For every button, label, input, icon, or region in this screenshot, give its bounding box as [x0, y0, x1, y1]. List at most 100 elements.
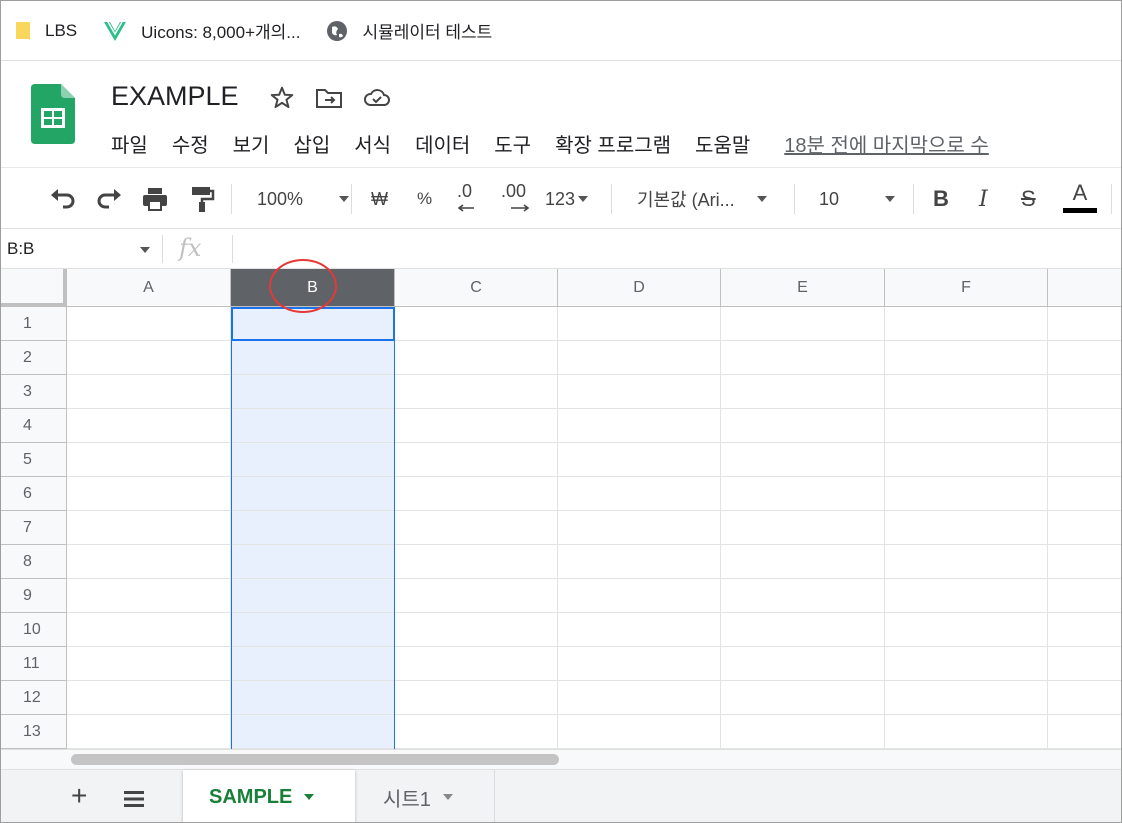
star-icon[interactable] [269, 85, 295, 111]
cell-C7[interactable] [395, 511, 558, 545]
menu-format[interactable]: 서식 [354, 129, 391, 158]
cell-overflow[interactable] [1048, 409, 1121, 443]
cell-A6[interactable] [67, 477, 231, 511]
last-edit-link[interactable]: 18분 전에 마지막으로 수 [784, 129, 989, 158]
italic-button[interactable]: I [979, 182, 988, 216]
cell-A8[interactable] [67, 545, 231, 579]
cell-E3[interactable] [721, 375, 885, 409]
cell-D4[interactable] [558, 409, 721, 443]
row-header-10[interactable]: 10 [1, 613, 67, 647]
cell-E8[interactable] [721, 545, 885, 579]
cell-A1[interactable] [67, 307, 231, 341]
cell-C1[interactable] [395, 307, 558, 341]
menu-edit[interactable]: 수정 [172, 129, 209, 158]
chevron-down-icon[interactable] [140, 247, 150, 253]
cell-C6[interactable] [395, 477, 558, 511]
cell-D2[interactable] [558, 341, 721, 375]
cell-B2[interactable] [231, 341, 395, 375]
menu-view[interactable]: 보기 [233, 129, 270, 158]
cell-A11[interactable] [67, 647, 231, 681]
cell-A5[interactable] [67, 443, 231, 477]
cell-A10[interactable] [67, 613, 231, 647]
column-header-e[interactable]: E [721, 269, 885, 307]
row-header-13[interactable]: 13 [1, 715, 67, 749]
cell-E7[interactable] [721, 511, 885, 545]
row-header-4[interactable]: 4 [1, 409, 67, 443]
column-header-overflow[interactable] [1048, 269, 1121, 307]
redo-button[interactable] [95, 182, 123, 216]
menu-tools[interactable]: 도구 [494, 129, 531, 158]
cell-F5[interactable] [885, 443, 1048, 477]
cell-overflow[interactable] [1048, 477, 1121, 511]
cell-E9[interactable] [721, 579, 885, 613]
horizontal-scrollbar[interactable] [1, 749, 1121, 769]
cell-C12[interactable] [395, 681, 558, 715]
increase-decimal-button[interactable]: .00 [501, 178, 531, 212]
cell-F7[interactable] [885, 511, 1048, 545]
cell-A4[interactable] [67, 409, 231, 443]
cell-A3[interactable] [67, 375, 231, 409]
cell-overflow[interactable] [1048, 307, 1121, 341]
row-header-11[interactable]: 11 [1, 647, 67, 681]
all-sheets-button[interactable] [123, 790, 145, 813]
column-header-c[interactable]: C [395, 269, 558, 307]
row-header-6[interactable]: 6 [1, 477, 67, 511]
sheets-logo-icon[interactable] [31, 84, 75, 149]
strikethrough-button[interactable]: S [1021, 182, 1036, 216]
cell-E12[interactable] [721, 681, 885, 715]
cell-B4[interactable] [231, 409, 395, 443]
text-color-button[interactable]: A [1063, 180, 1097, 214]
cell-E6[interactable] [721, 477, 885, 511]
bold-button[interactable]: B [933, 182, 949, 216]
cell-overflow[interactable] [1048, 613, 1121, 647]
cell-B3[interactable] [231, 375, 395, 409]
cell-E5[interactable] [721, 443, 885, 477]
column-header-d[interactable]: D [558, 269, 721, 307]
scrollbar-thumb[interactable] [71, 754, 559, 765]
cell-A12[interactable] [67, 681, 231, 715]
cell-B8[interactable] [231, 545, 395, 579]
row-header-7[interactable]: 7 [1, 511, 67, 545]
row-header-8[interactable]: 8 [1, 545, 67, 579]
sheet-tab-sheet1[interactable]: 시트1 [357, 770, 495, 822]
cell-B11[interactable] [231, 647, 395, 681]
name-box[interactable]: B:B [7, 239, 34, 259]
cell-D5[interactable] [558, 443, 721, 477]
select-all-corner[interactable] [1, 269, 67, 307]
cell-B5[interactable] [231, 443, 395, 477]
menu-extensions[interactable]: 확장 프로그램 [555, 129, 671, 158]
percent-format-button[interactable]: % [417, 182, 432, 216]
cell-F13[interactable] [885, 715, 1048, 749]
cell-A9[interactable] [67, 579, 231, 613]
cell-D12[interactable] [558, 681, 721, 715]
cell-B6[interactable] [231, 477, 395, 511]
cell-overflow[interactable] [1048, 341, 1121, 375]
row-header-1[interactable]: 1 [1, 307, 67, 341]
cell-D1[interactable] [558, 307, 721, 341]
menu-file[interactable]: 파일 [111, 129, 148, 158]
sheet-tab-sample[interactable]: SAMPLE [183, 770, 355, 822]
add-sheet-button[interactable]: + [71, 782, 87, 810]
bookmark-uicons[interactable]: Uicons: 8,000+개의... [103, 18, 300, 43]
cell-A2[interactable] [67, 341, 231, 375]
zoom-select[interactable]: 100% [257, 182, 350, 216]
paint-format-button[interactable] [189, 182, 215, 216]
cell-B10[interactable] [231, 613, 395, 647]
document-title[interactable]: EXAMPLE [111, 81, 239, 112]
menu-insert[interactable]: 삽입 [293, 129, 330, 158]
cell-F8[interactable] [885, 545, 1048, 579]
cell-B7[interactable] [231, 511, 395, 545]
cell-F9[interactable] [885, 579, 1048, 613]
menu-data[interactable]: 데이터 [415, 129, 470, 158]
cell-B13[interactable] [231, 715, 395, 749]
cell-B1[interactable] [231, 307, 395, 341]
cell-overflow[interactable] [1048, 443, 1121, 477]
bookmark-simulator[interactable]: 시뮬레이터 테스트 [326, 18, 492, 43]
row-header-9[interactable]: 9 [1, 579, 67, 613]
cell-C3[interactable] [395, 375, 558, 409]
column-header-b[interactable]: B [231, 269, 395, 307]
cell-overflow[interactable] [1048, 681, 1121, 715]
cell-C5[interactable] [395, 443, 558, 477]
cell-D3[interactable] [558, 375, 721, 409]
cell-D8[interactable] [558, 545, 721, 579]
